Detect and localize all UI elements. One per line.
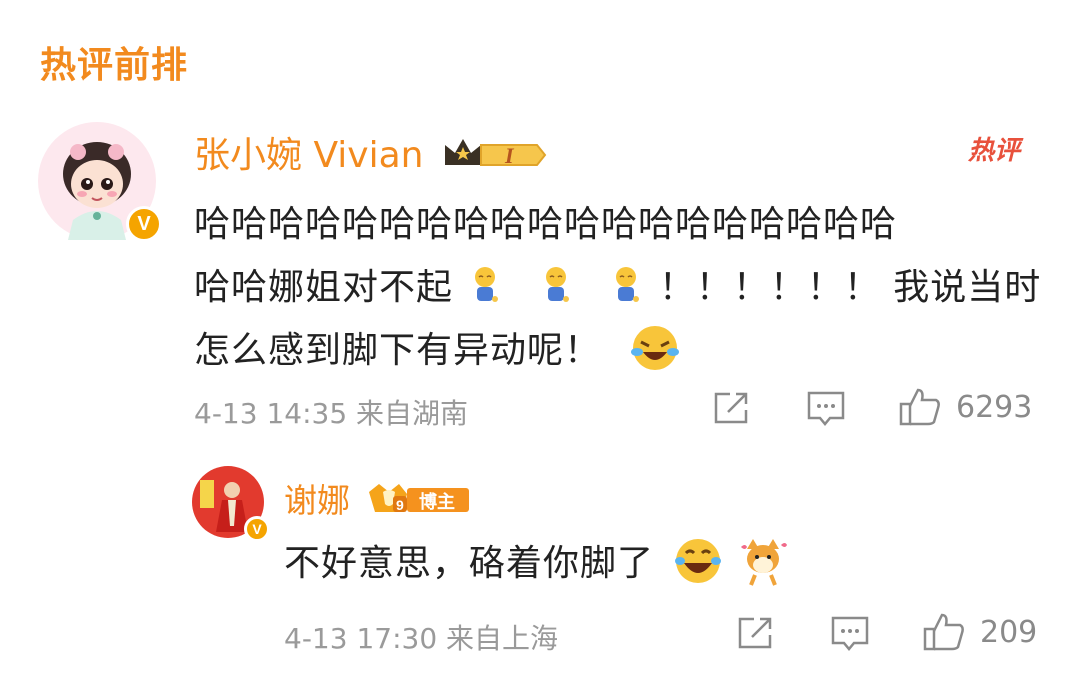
avatar[interactable]: V: [192, 466, 270, 542]
share-icon[interactable]: [712, 390, 752, 430]
verified-v-icon: V: [244, 516, 270, 542]
avatar[interactable]: V: [38, 122, 162, 242]
like-count: 209: [980, 615, 1038, 650]
vip-crown-badge: I: [441, 135, 551, 180]
reply-username[interactable]: 谢娜 9 博主: [284, 474, 471, 524]
kneeling-emoji: [536, 265, 576, 314]
level-number: I: [504, 143, 515, 168]
comment-icon[interactable]: [806, 390, 846, 432]
like-count: 6293: [956, 390, 1033, 425]
reply-meta: 4-13 17:30 来自上海: [284, 622, 559, 655]
thumbs-up-icon[interactable]: [898, 386, 942, 432]
thumbs-up-icon[interactable]: [922, 611, 966, 657]
section-title: 热评前排: [40, 45, 189, 86]
kneeling-emoji: [606, 265, 646, 314]
laughing-tears-emoji: [629, 322, 681, 383]
reply-text: 不好意思，硌着你脚了: [284, 534, 789, 596]
comment-text-line: 哈哈娜姐对不起 ！！！！！！ 我说当时: [194, 258, 1041, 314]
share-icon[interactable]: [736, 615, 776, 655]
comment-text-line: 怎么感到脚下有异动呢！: [194, 321, 681, 383]
badge-level: 9: [396, 497, 404, 513]
author-label: 博主: [419, 491, 455, 513]
comment-icon[interactable]: [830, 615, 870, 657]
verified-v-icon: V: [126, 206, 162, 242]
shiba-dog-emoji: [737, 535, 789, 596]
comment-username[interactable]: 张小婉 Vivian I: [194, 126, 551, 180]
laughing-emoji: [672, 535, 724, 596]
hot-comment-tag: 热评: [968, 136, 1021, 166]
author-badge: 9 博主: [367, 482, 471, 524]
comment-meta: 4-13 14:35 来自湖南: [194, 397, 469, 430]
comment-text-line: 哈哈哈哈哈哈哈哈哈哈哈哈哈哈哈哈哈哈哈: [194, 204, 898, 245]
kneeling-emoji: [465, 265, 505, 314]
